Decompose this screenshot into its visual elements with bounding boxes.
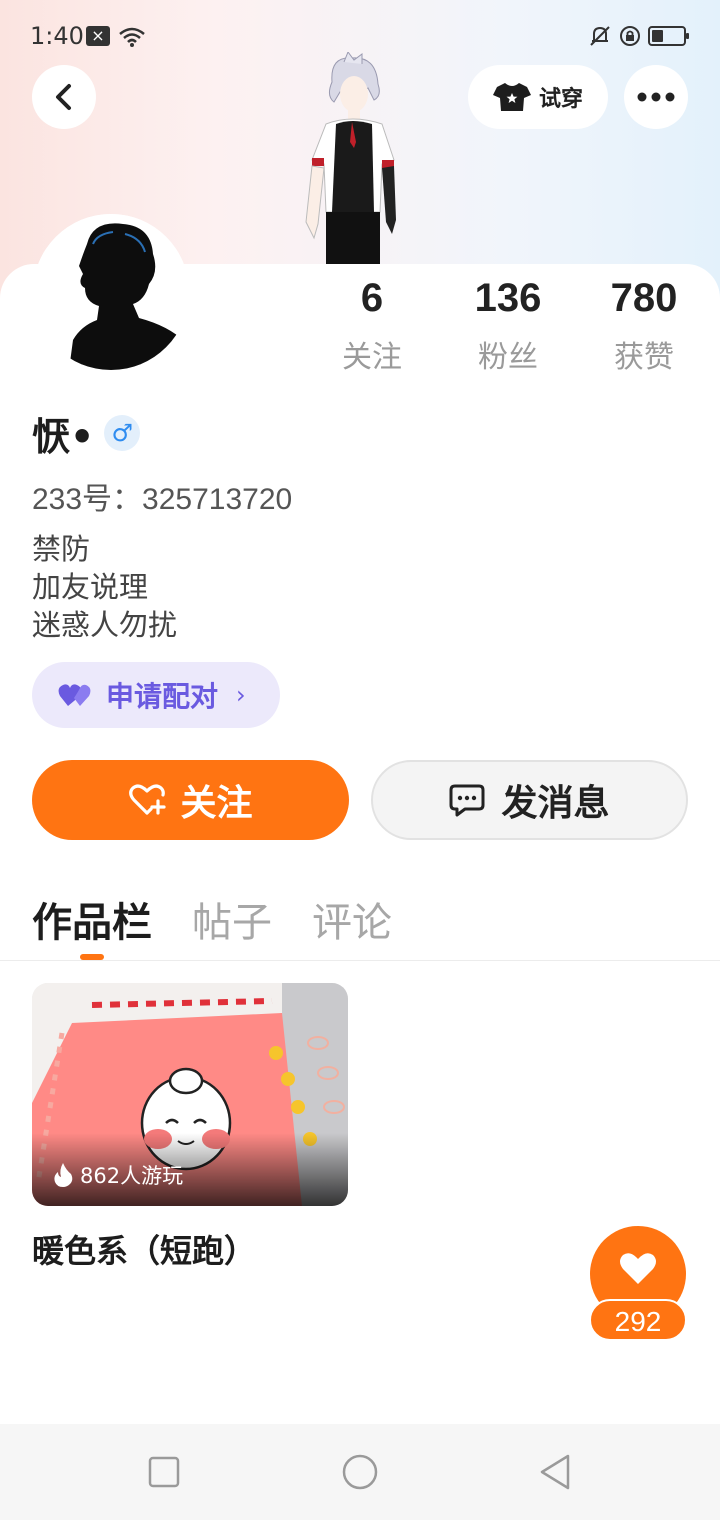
character-avatar-figure bbox=[305, 52, 396, 266]
bio: 禁防 加友说理 迷惑人勿扰 bbox=[32, 530, 177, 644]
send-message-label: 发消息 bbox=[501, 783, 610, 824]
bio-line: 禁防 bbox=[32, 532, 91, 566]
apply-pair-button[interactable]: 申请配对 › bbox=[32, 662, 280, 728]
sim-off-icon: × bbox=[86, 26, 110, 46]
back-button[interactable] bbox=[32, 65, 96, 129]
chevron-right-icon: › bbox=[236, 681, 246, 709]
user-avatar[interactable] bbox=[33, 214, 189, 370]
username: 恹• bbox=[32, 414, 95, 459]
work-card[interactable]: 862人游玩 bbox=[32, 983, 348, 1206]
bio-line: 迷惑人勿扰 bbox=[32, 608, 178, 642]
play-count-text: 862人游玩 bbox=[80, 1164, 184, 1188]
rotation-lock-icon bbox=[620, 26, 640, 46]
heart-plus-icon bbox=[129, 784, 167, 815]
bell-muted-icon bbox=[590, 26, 610, 46]
stat-following[interactable]: 6 关注 bbox=[307, 276, 437, 376]
stat-followers[interactable]: 136 粉丝 bbox=[443, 276, 573, 376]
username-row: 恹• ♂ bbox=[32, 408, 141, 459]
male-gender-icon: ♂ bbox=[104, 415, 141, 451]
send-message-button[interactable]: 发消息 bbox=[371, 760, 688, 840]
stat-label: 粉丝 bbox=[478, 340, 538, 375]
tab-posts[interactable]: 帖子 bbox=[192, 890, 272, 950]
recent-apps-button[interactable] bbox=[146, 1454, 182, 1490]
chevron-left-icon bbox=[56, 84, 71, 110]
stat-value: 6 bbox=[360, 276, 384, 320]
account-id: 233号：325713720 bbox=[32, 483, 293, 516]
system-navigation-bar bbox=[0, 1424, 720, 1520]
try-on-button[interactable]: 试穿 bbox=[468, 65, 608, 129]
profile-tabs: 作品栏 帖子 评论 bbox=[32, 890, 392, 950]
status-time: 1:40 bbox=[30, 22, 84, 50]
play-count: 862人游玩 bbox=[52, 1160, 183, 1190]
tab-works[interactable]: 作品栏 bbox=[32, 890, 152, 950]
fire-icon bbox=[54, 1163, 73, 1187]
shirt-icon bbox=[492, 83, 531, 111]
more-dots-icon bbox=[637, 92, 675, 102]
home-button[interactable] bbox=[340, 1454, 380, 1494]
work-title[interactable]: 暖色系（短跑） bbox=[32, 1226, 256, 1272]
silhouette-avatar-image bbox=[33, 214, 189, 370]
stat-value: 136 bbox=[474, 276, 542, 320]
stat-likes[interactable]: 780 获赞 bbox=[579, 276, 709, 376]
wifi-icon bbox=[119, 27, 145, 47]
tabs-divider bbox=[0, 960, 720, 961]
like-count: 292 bbox=[589, 1299, 687, 1341]
apply-pair-label: 申请配对 bbox=[106, 680, 219, 713]
follow-label: 关注 bbox=[180, 783, 253, 824]
more-options-button[interactable] bbox=[624, 65, 688, 129]
follow-button[interactable]: 关注 bbox=[32, 760, 349, 840]
bio-line: 加友说理 bbox=[32, 570, 149, 604]
tab-comments[interactable]: 评论 bbox=[312, 890, 392, 950]
stat-value: 780 bbox=[610, 276, 678, 320]
stat-label: 获赞 bbox=[614, 340, 674, 375]
heart-icon bbox=[620, 1253, 656, 1284]
double-heart-icon bbox=[58, 684, 91, 706]
stat-label: 关注 bbox=[342, 340, 402, 375]
chat-bubble-icon bbox=[449, 784, 485, 817]
back-nav-button[interactable] bbox=[538, 1454, 574, 1490]
try-on-label: 试穿 bbox=[538, 87, 583, 112]
battery-icon bbox=[648, 26, 689, 46]
